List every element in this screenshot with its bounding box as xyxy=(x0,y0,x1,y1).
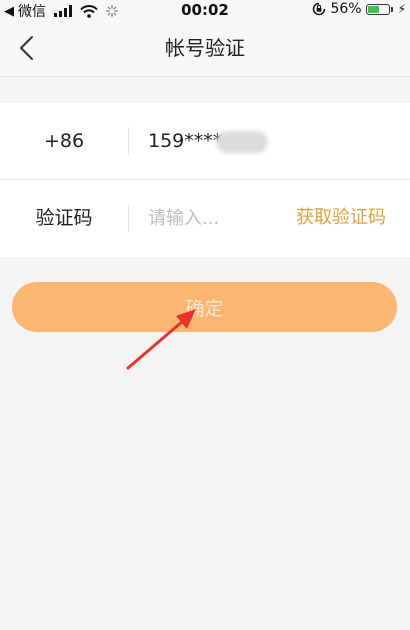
country-code-label: +86 xyxy=(43,130,85,152)
row-divider xyxy=(128,204,129,232)
charging-bolt-icon: ⚡ xyxy=(397,2,406,16)
battery-level-fill xyxy=(367,5,379,13)
battery-icon xyxy=(365,3,393,15)
orientation-lock-icon xyxy=(313,2,326,16)
status-bar-right: 56% ⚡ xyxy=(312,1,406,17)
verification-code-row: 验证码 获取验证码 xyxy=(0,180,410,256)
verification-form: +86 159**** 验证码 获取验证码 xyxy=(0,103,410,257)
phone-number-value: 159**** xyxy=(148,130,223,152)
page-title: 帐号验证 xyxy=(165,36,245,60)
phone-number-redaction xyxy=(216,131,268,153)
navigation-bar: 帐号验证 xyxy=(0,20,410,77)
confirm-button[interactable]: 确定 xyxy=(12,282,397,332)
row-divider xyxy=(128,127,129,155)
verification-code-label: 验证码 xyxy=(35,207,93,229)
battery-percentage: 56% xyxy=(330,1,362,17)
verification-code-input[interactable] xyxy=(148,198,266,238)
phone-row: +86 159**** xyxy=(0,103,410,180)
get-verification-code-button[interactable]: 获取验证码 xyxy=(296,180,386,256)
status-bar: ◀ 微信 00:02 56% ⚡ xyxy=(0,0,410,20)
